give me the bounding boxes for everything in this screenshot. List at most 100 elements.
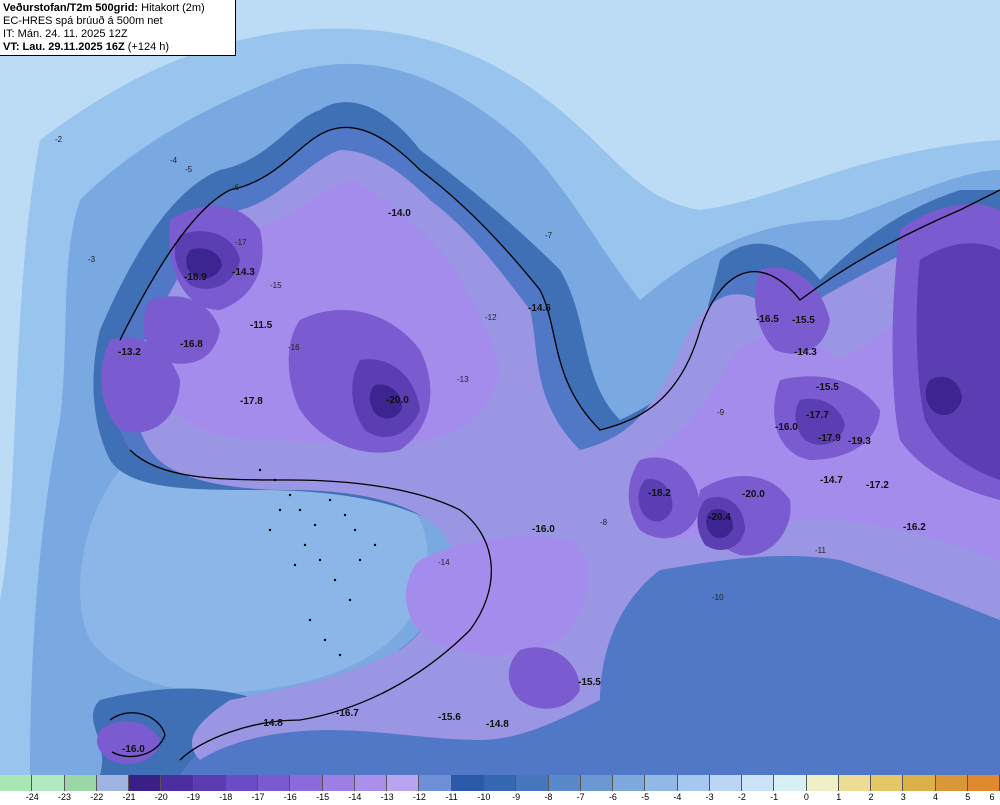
scale-swatch	[742, 775, 775, 791]
scale-swatch	[322, 775, 355, 791]
scale-swatch	[0, 775, 33, 791]
scale-tick-label: 1	[836, 792, 842, 802]
scale-swatch	[96, 775, 130, 791]
scale-tick-label: -12	[412, 792, 426, 802]
scale-tick-label: 0	[803, 792, 809, 802]
contour-label: -8	[600, 518, 608, 527]
scale-tick-label: -18	[219, 792, 233, 802]
scale-tick-label: -5	[641, 792, 650, 802]
scale-tick-label: -7	[576, 792, 585, 802]
scale-swatch	[258, 775, 291, 791]
scale-swatch	[709, 775, 743, 791]
scale-swatch	[645, 775, 678, 791]
scale-swatch	[225, 775, 259, 791]
temp-label: -16.0	[775, 422, 798, 433]
scale-tick-label: -23	[58, 792, 72, 802]
contour-label: -13	[457, 375, 469, 384]
contour-label: -10	[712, 593, 724, 602]
scale-tick-label: -2	[737, 792, 746, 802]
scale-swatch	[903, 775, 936, 791]
temp-label: -14.8	[486, 719, 509, 730]
scale-tick-label: -14	[348, 792, 362, 802]
scale-swatch	[193, 775, 226, 791]
scale-swatch	[129, 775, 162, 791]
scale-swatch	[548, 775, 581, 791]
product-title: Veðurstofan/T2m 500grid:	[3, 2, 139, 14]
scale-tick-label: -10	[477, 792, 491, 802]
valid-time-line: VT: Lau. 29.11.2025 16Z (+124 h)	[3, 41, 232, 54]
scale-tick-label: 2	[868, 792, 874, 802]
temp-label: -14.3	[232, 267, 255, 278]
scale-swatch	[613, 775, 646, 791]
temp-label: -14.0	[388, 208, 411, 219]
scale-swatch	[516, 775, 549, 791]
scale-swatch	[483, 775, 517, 791]
temp-label: -13.2	[118, 347, 141, 358]
contour-label: -16	[288, 343, 300, 352]
contour-label: -7	[545, 231, 553, 240]
scale-tick-label: -3	[705, 792, 714, 802]
temp-label: -16.0	[532, 524, 555, 535]
scale-tick-label: -21	[122, 792, 136, 802]
title-line: Veðurstofan/T2m 500grid: Hitakort (2m)	[3, 2, 232, 15]
temp-label: -16.2	[903, 522, 926, 533]
temp-label: -16.8	[180, 339, 203, 350]
scale-swatch	[32, 775, 65, 791]
scale-tick-label: -9	[512, 792, 521, 802]
temp-label: -17.9	[818, 433, 841, 444]
scale-swatch	[967, 775, 1000, 791]
scale-tick-label: 6	[989, 792, 995, 802]
contour-label: -17	[235, 238, 247, 247]
scale-tick-label: -19	[187, 792, 201, 802]
init-time: IT: Mán. 24. 11. 2025 12Z	[3, 28, 128, 40]
temp-label: -18.2	[648, 488, 671, 499]
scale-swatch	[451, 775, 484, 791]
temp-label: -20.4	[708, 512, 731, 523]
valid-time: VT: Lau. 29.11.2025 16Z	[3, 41, 125, 53]
contour-label: -14	[438, 558, 450, 567]
contour-label: -12	[485, 313, 497, 322]
scale-tick-label: -4	[673, 792, 682, 802]
scale-swatch	[774, 775, 807, 791]
temp-label: -20.0	[742, 489, 765, 500]
contour-label: -9	[717, 408, 725, 417]
scale-swatch	[806, 775, 839, 791]
scale-tick-label: -16	[283, 792, 297, 802]
scale-tick-label: -6	[608, 792, 617, 802]
contour-label: -3	[88, 255, 96, 264]
scale-swatch	[935, 775, 968, 791]
scale-swatch	[838, 775, 872, 791]
temp-label: -14.3	[794, 347, 817, 358]
scale-swatch	[871, 775, 904, 791]
lead-time: (+124 h)	[127, 41, 170, 53]
temp-label: -20.0	[386, 395, 409, 406]
scale-swatch	[387, 775, 420, 791]
temp-label: -18.9	[184, 272, 207, 283]
temp-label: -15.5	[816, 382, 839, 393]
contour-label: -2	[55, 135, 63, 144]
scale-swatch	[161, 775, 194, 791]
scale-tick-label: -24	[25, 792, 39, 802]
temp-label: -17.2	[866, 480, 889, 491]
scale-tick-label: -20	[154, 792, 168, 802]
temp-label: -14.7	[820, 475, 843, 486]
scale-swatch	[290, 775, 323, 791]
temperature-map: -2 -3 -4 -5 -6 -7 -8 -9 -10 -11 -12 -13 …	[0, 0, 1000, 775]
contour-label: -11	[815, 546, 827, 555]
temp-label: -14.8	[260, 718, 283, 729]
product-subtitle: Hitakort (2m)	[141, 2, 205, 14]
scale-tick-label: -22	[90, 792, 104, 802]
color-scale: -24 -23 -22 -21 -20 -19 -18 -17 -16 -15 -14 -13 -12-…	[0, 775, 1000, 805]
temp-label: -19.3	[848, 436, 871, 447]
temp-label: -16.0	[122, 744, 145, 755]
temp-label: -17.8	[240, 396, 263, 407]
temp-label: -16.7	[336, 708, 359, 719]
scale-tick-label: -13	[380, 792, 394, 802]
contour-label: -15	[270, 281, 282, 290]
scale-tick-label: -8	[544, 792, 553, 802]
temp-label: -15.5	[792, 315, 815, 326]
temp-label: -16.5	[756, 314, 779, 325]
scale-swatch	[580, 775, 614, 791]
scale-swatch	[419, 775, 452, 791]
temp-label: -17.7	[806, 410, 829, 421]
